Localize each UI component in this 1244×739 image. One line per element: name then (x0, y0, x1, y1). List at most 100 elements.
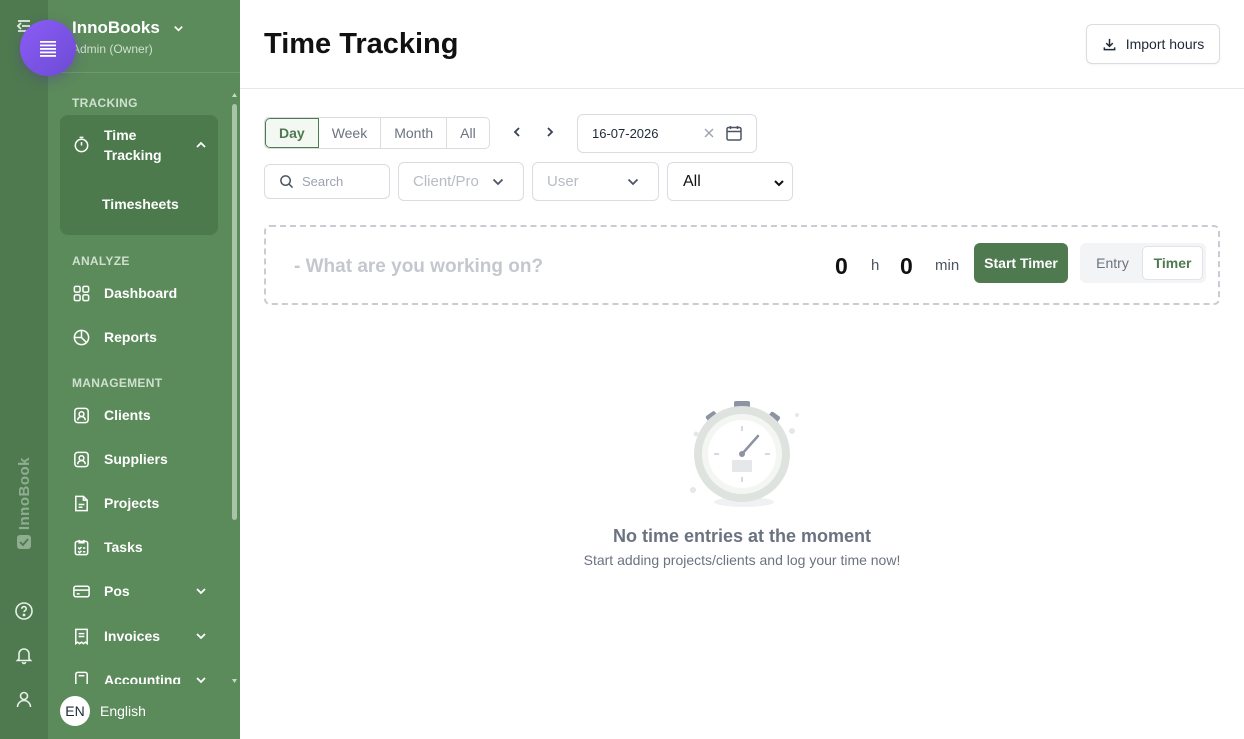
menu-fab-button[interactable] (20, 20, 76, 76)
period-week[interactable]: Week (319, 118, 382, 148)
search-placeholder: Search (302, 174, 344, 189)
sidebar-item-invoices[interactable]: Invoices (72, 624, 208, 648)
user-select[interactable]: User (532, 162, 659, 201)
sidebar-item-tasks[interactable]: Tasks (72, 535, 208, 559)
sidebar-scroll-thumb[interactable] (232, 104, 237, 520)
left-rail: InnoBook (0, 0, 48, 739)
entry-mode-toggle: Entry Timer (1080, 243, 1206, 283)
section-tracking: TRACKING (72, 96, 138, 110)
stopwatch-icon (74, 136, 89, 153)
contact-card-icon (74, 451, 89, 467)
receipt-icon (75, 628, 88, 645)
sidebar-item-clients[interactable]: Clients (72, 403, 208, 427)
sidebar-item-reports[interactable]: Reports (72, 325, 208, 349)
clear-date-close-icon[interactable] (702, 126, 716, 140)
chevron-down-icon (627, 178, 639, 186)
sidebar: InnoBooks Admin (Owner) TRACKING Time Tr… (48, 0, 240, 739)
period-day[interactable]: Day (265, 118, 319, 148)
chevron-up-icon (196, 141, 206, 148)
sidebar-item-projects[interactable]: Projects (72, 491, 208, 515)
stopwatch-illustration-icon (690, 401, 799, 507)
minutes-unit: min (935, 257, 960, 274)
empty-state-title: No time entries at the moment (612, 526, 872, 546)
start-timer-button[interactable]: Start Timer (974, 243, 1068, 283)
period-all[interactable]: All (447, 118, 489, 148)
org-role: Admin (Owner) (72, 42, 153, 56)
sidebar-item-label: Time Tracking (104, 127, 162, 163)
download-icon (1103, 38, 1116, 50)
status-value: All (683, 172, 701, 190)
mode-entry[interactable]: Entry (1083, 246, 1142, 280)
sidebar-item-label: Clients (104, 407, 151, 423)
sidebar-item-label: Suppliers (104, 451, 168, 467)
dashboard-grid-icon (73, 285, 90, 301)
rail-brand-text: InnoBook (15, 456, 33, 530)
page-header: Time Tracking Import hours (240, 0, 1244, 89)
chevron-down-icon (174, 25, 183, 32)
rail-brand: InnoBook (6, 455, 42, 550)
sidebar-item-label: Invoices (104, 628, 161, 644)
sidebar-item-label: Tasks (104, 539, 143, 555)
help-icon[interactable] (14, 601, 34, 621)
previous-period-chevron-left-icon[interactable] (510, 125, 524, 139)
client-project-select[interactable]: Client/Pro (398, 162, 524, 201)
section-management: MANAGEMENT (72, 376, 163, 390)
date-picker-input[interactable]: 16-07-2026 (577, 114, 757, 153)
sidebar-divider (48, 72, 240, 73)
sidebar-item-time-tracking[interactable]: Time Tracking (72, 125, 208, 167)
sidebar-item-label: Projects (104, 495, 160, 511)
timer-entry-card: - What are you working on? 0 h 0 min Sta… (264, 225, 1220, 305)
import-hours-label: Import hours (1125, 36, 1205, 52)
mode-timer[interactable]: Timer (1142, 246, 1203, 280)
language-switcher[interactable]: EN English (60, 696, 146, 726)
scroll-down-arrow-icon (232, 679, 237, 683)
sidebar-item-label: Reports (104, 329, 157, 345)
client-project-placeholder: Client/Pro (413, 173, 479, 190)
contact-card-icon (74, 407, 89, 423)
clipboard-check-icon (74, 539, 89, 555)
period-selector: Day Week Month All (264, 117, 490, 149)
search-icon (280, 175, 294, 189)
main-content: Time Tracking Import hours Day Week Mont… (240, 0, 1244, 739)
import-hours-button[interactable]: Import hours (1086, 24, 1220, 64)
list-icon (40, 41, 56, 57)
pie-chart-icon (73, 329, 90, 345)
status-select[interactable]: All (667, 162, 793, 201)
sidebar-item-accounting[interactable]: Accounting (72, 668, 208, 684)
empty-state-subtitle: Start adding projects/clients and log yo… (583, 552, 901, 568)
language-label: English (100, 703, 146, 719)
next-period-chevron-right-icon[interactable] (543, 125, 557, 139)
minutes-input[interactable]: 0 (900, 253, 913, 280)
chevron-down-icon (196, 633, 206, 640)
chevron-down-icon (196, 588, 206, 595)
page-title: Time Tracking (264, 28, 459, 60)
calculator-icon (75, 671, 88, 684)
section-analyze: ANALYZE (72, 254, 130, 268)
sidebar-item-label: Pos (104, 583, 130, 599)
hours-input[interactable]: 0 (835, 253, 848, 280)
user-profile-icon[interactable] (14, 689, 34, 709)
sidebar-item-label: Dashboard (104, 285, 178, 301)
rail-brand-logo-icon (17, 535, 31, 549)
language-code-badge: EN (60, 696, 90, 726)
chevron-down-icon (492, 178, 504, 186)
search-input[interactable]: Search (264, 164, 390, 199)
sidebar-item-dashboard[interactable]: Dashboard (72, 281, 208, 305)
sidebar-item-label: Accounting (104, 672, 181, 684)
scroll-up-arrow-icon (232, 93, 237, 97)
sidebar-item-suppliers[interactable]: Suppliers (72, 447, 208, 471)
period-month[interactable]: Month (381, 118, 448, 148)
sidebar-item-pos[interactable]: Pos (72, 579, 208, 603)
hours-unit: h (871, 257, 880, 274)
org-switcher[interactable]: InnoBooks Admin (Owner) (72, 18, 185, 56)
chevron-down-icon (774, 180, 784, 187)
task-description-input[interactable]: - What are you working on? (294, 256, 543, 278)
sidebar-item-timesheets[interactable]: Timesheets (102, 196, 179, 212)
org-name: InnoBooks (72, 18, 160, 37)
notification-bell-icon[interactable] (14, 645, 34, 665)
user-placeholder: User (547, 173, 579, 190)
date-value: 16-07-2026 (592, 126, 659, 141)
chevron-down-icon (196, 677, 206, 684)
calendar-icon[interactable] (725, 124, 743, 142)
document-icon (75, 495, 88, 511)
